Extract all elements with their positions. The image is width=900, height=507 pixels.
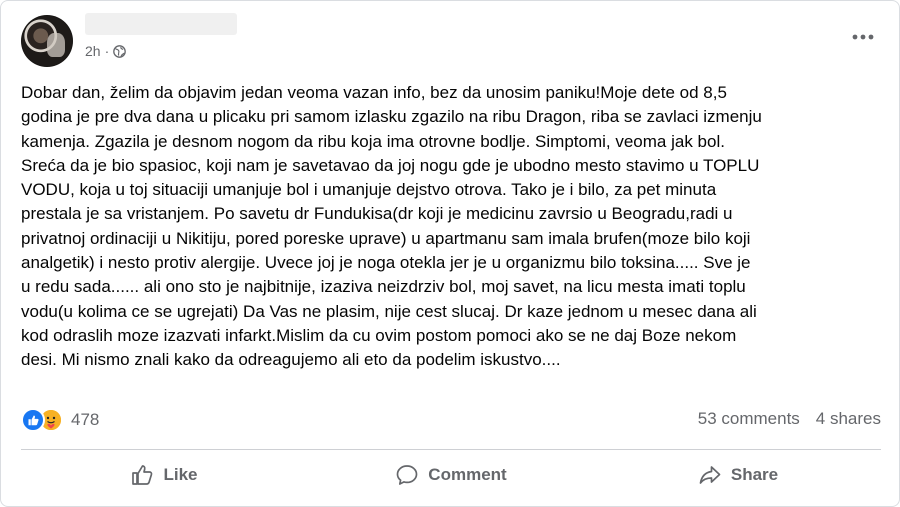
thumbs-up-icon — [132, 465, 153, 485]
more-options-icon — [852, 34, 874, 40]
post-time[interactable]: 2h — [85, 43, 101, 59]
post-actions-bar: Like Comment Share — [21, 453, 881, 499]
comment-bubble-icon — [396, 465, 418, 485]
post-stats: 478 53 comments 4 shares — [21, 406, 881, 436]
author-avatar[interactable] — [21, 15, 73, 67]
engagement-counts: 53 comments 4 shares — [698, 409, 881, 429]
post-card: 2h · Dobar dan, želim da objavim jedan v… — [0, 0, 900, 507]
more-options-button[interactable] — [845, 25, 881, 49]
like-reaction-icon — [21, 408, 45, 432]
author-name-redacted[interactable] — [85, 13, 237, 35]
shares-count-link[interactable]: 4 shares — [816, 409, 881, 429]
share-arrow-icon — [699, 466, 721, 484]
like-button[interactable]: Like — [21, 453, 307, 497]
comment-button-label: Comment — [428, 465, 507, 484]
share-button[interactable]: Share — [595, 453, 881, 497]
reactions-summary[interactable]: 478 — [21, 408, 99, 432]
globe-icon[interactable] — [113, 44, 127, 58]
meta-separator: · — [104, 43, 110, 59]
share-button-label: Share — [730, 465, 779, 484]
reaction-count: 478 — [71, 410, 100, 429]
like-button-label: Like — [163, 465, 198, 484]
post-body-text: Dobar dan, želim da objavim jedan veoma … — [21, 83, 762, 370]
post-header: 2h · — [21, 13, 881, 69]
post-meta: 2h · — [85, 43, 127, 59]
actions-divider — [21, 449, 881, 450]
comment-button[interactable]: Comment — [308, 453, 594, 497]
comments-count-link[interactable]: 53 comments — [698, 409, 800, 429]
